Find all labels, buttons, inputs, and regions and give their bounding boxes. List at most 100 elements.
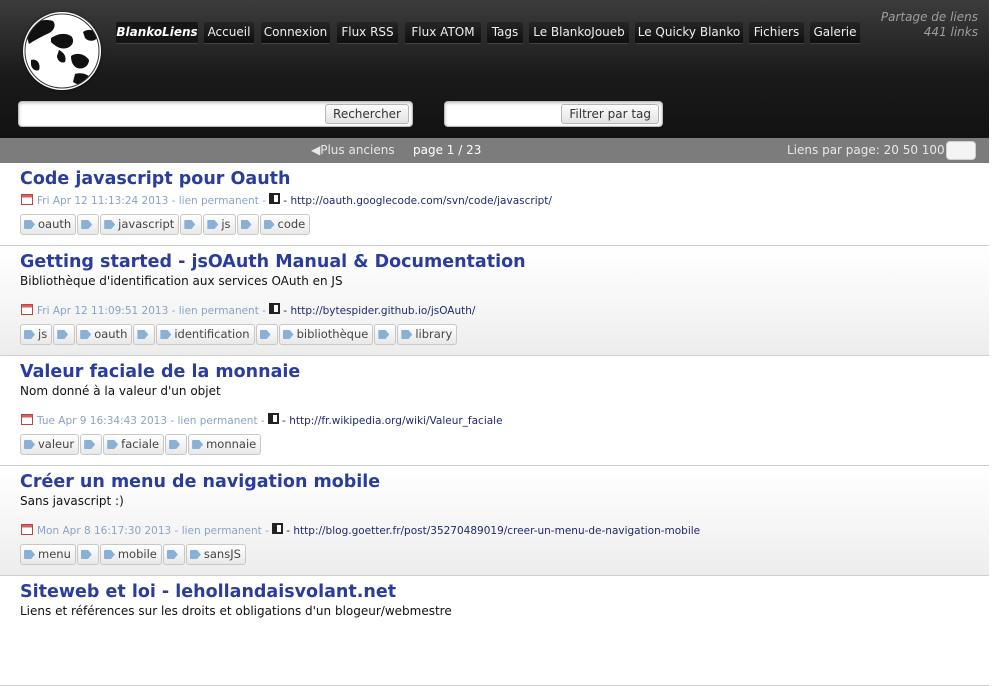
tag[interactable]: js <box>203 214 236 235</box>
tag-icon <box>107 440 119 449</box>
search-button[interactable]: Rechercher <box>325 104 409 124</box>
permalink[interactable]: lien permanent <box>177 415 257 427</box>
tag[interactable]: oauth <box>76 324 133 345</box>
tag-icon <box>378 330 390 339</box>
tag-label: mobile <box>117 547 157 561</box>
qrcode-icon[interactable] <box>269 193 281 204</box>
tag-add-button[interactable] <box>133 324 156 345</box>
nav-fichiers[interactable]: Fichiers <box>749 22 804 44</box>
link-date: Mon Apr 8 16:17:30 2013 <box>37 525 172 537</box>
tag[interactable]: sansJS <box>185 544 246 565</box>
calendar-icon <box>21 194 33 205</box>
tag-add-button[interactable] <box>374 324 397 345</box>
tag[interactable]: js <box>20 324 53 345</box>
link-url[interactable]: http://bytespider.github.io/jsOAuth/ <box>290 305 475 317</box>
link-title[interactable]: Siteweb et loi - lehollandaisvolant.net <box>20 582 396 602</box>
link-url[interactable]: http://blog.goetter.fr/post/35270489019/… <box>293 525 700 537</box>
tag-filter-button[interactable]: Filtrer par tag <box>561 104 659 124</box>
link-title[interactable]: Getting started - jsOAuth Manual & Docum… <box>20 252 526 272</box>
tag-add-button[interactable] <box>53 324 76 345</box>
tag[interactable]: monnaie <box>188 434 262 455</box>
nav-tags[interactable]: Tags <box>487 22 523 44</box>
qrcode-icon[interactable] <box>269 303 281 314</box>
link-item: Code javascript pour Oauth Fri Apr 12 11… <box>0 163 989 246</box>
tag[interactable]: bibliothèque <box>278 324 374 345</box>
tag-list: oauth javascript js code <box>20 214 311 235</box>
tag-list: menu mobile sansJS <box>20 544 247 565</box>
tag-icon <box>169 440 181 449</box>
link-url[interactable]: http://oauth.googlecode.com/svn/code/jav… <box>290 195 552 207</box>
tag-label: oauth <box>94 327 128 341</box>
tag-add-button[interactable] <box>162 544 185 565</box>
tagline-text: Partage de liens <box>880 10 978 24</box>
link-list: Code javascript pour Oauth Fri Apr 12 11… <box>0 163 989 686</box>
tag-icon <box>24 220 35 229</box>
tag[interactable]: identification <box>156 324 255 345</box>
permalink[interactable]: lien permanent <box>179 195 259 207</box>
tag-icon <box>81 220 93 229</box>
link-description: Liens et références sur les droits et ob… <box>20 604 452 618</box>
tag-label: menu <box>38 547 71 561</box>
tag[interactable]: library <box>397 324 458 345</box>
link-meta: Tue Apr 9 16:34:43 2013 - lien permanent… <box>21 413 503 427</box>
tag-label: monnaie <box>206 437 257 451</box>
tag-icon <box>104 220 116 229</box>
tag-label: js <box>221 217 231 231</box>
nav-flux-atom[interactable]: Flux ATOM <box>405 22 481 44</box>
tag-add-button[interactable] <box>255 324 278 345</box>
tag-add-button[interactable] <box>76 544 99 565</box>
tag-icon <box>192 440 204 449</box>
nav-connexion[interactable]: Connexion <box>261 22 330 44</box>
tag[interactable]: faciale <box>103 434 165 455</box>
link-item: Créer un menu de navigation mobile Sans … <box>0 466 989 576</box>
link-date: Fri Apr 12 11:13:24 2013 <box>37 195 169 207</box>
links-per-page[interactable]: Liens par page: 20 50 100 <box>787 143 945 157</box>
tag[interactable]: valeur <box>20 434 80 455</box>
tag-add-button[interactable] <box>165 434 188 455</box>
tag-label: valeur <box>38 437 75 451</box>
tag-filter-input[interactable]: Filtrer par tag <box>444 101 663 127</box>
older-link[interactable]: ◀Plus anciens <box>311 143 395 157</box>
tag-icon <box>259 330 271 339</box>
link-count: 441 links <box>923 25 978 39</box>
qrcode-icon[interactable] <box>268 413 280 424</box>
nav-galerie[interactable]: Galerie <box>810 22 860 44</box>
link-title[interactable]: Créer un menu de navigation mobile <box>20 472 380 492</box>
tag[interactable]: code <box>259 214 311 235</box>
link-item: Valeur faciale de la monnaie Nom donné à… <box>0 356 989 466</box>
tag-add-button[interactable] <box>80 434 103 455</box>
link-date: Fri Apr 12 11:09:51 2013 <box>37 305 169 317</box>
tag-label: faciale <box>121 437 160 451</box>
tag-icon <box>57 330 69 339</box>
nav-quicky-blanko[interactable]: Le Quicky Blanko <box>635 22 743 44</box>
tag-label: identification <box>174 327 250 341</box>
link-url[interactable]: http://fr.wikipedia.org/wiki/Valeur_faci… <box>289 415 502 427</box>
tag-label: oauth <box>38 217 72 231</box>
tag-add-button[interactable] <box>236 214 259 235</box>
links-per-page-input[interactable] <box>946 141 976 160</box>
nav-flux-rss[interactable]: Flux RSS <box>337 22 398 44</box>
tag[interactable]: javascript <box>100 214 180 235</box>
globe-icon[interactable] <box>23 12 101 90</box>
tag-add-button[interactable] <box>77 214 100 235</box>
permalink[interactable]: lien permanent <box>182 525 262 537</box>
tag-icon <box>24 330 35 339</box>
nav-accueil[interactable]: Accueil <box>204 22 254 44</box>
search-input[interactable]: Rechercher <box>18 101 413 127</box>
tag[interactable]: mobile <box>99 544 162 565</box>
page-indicator: page 1 / 23 <box>413 143 482 157</box>
tag[interactable]: oauth <box>20 214 77 235</box>
nav-blankojoueb[interactable]: Le BlankoJoueb <box>529 22 629 44</box>
link-title[interactable]: Code javascript pour Oauth <box>20 169 290 189</box>
tag-label: js <box>38 327 48 341</box>
tag[interactable]: menu <box>20 544 76 565</box>
nav-brand[interactable]: BlankoLiens <box>116 22 198 44</box>
tag-add-button[interactable] <box>180 214 203 235</box>
calendar-icon <box>21 414 33 425</box>
link-description: Nom donné à la valeur d'un objet <box>20 384 221 398</box>
link-title[interactable]: Valeur faciale de la monnaie <box>20 362 300 382</box>
site-tagline: Partage de liens 441 links <box>881 10 978 40</box>
qrcode-icon[interactable] <box>272 523 284 534</box>
permalink[interactable]: lien permanent <box>179 305 259 317</box>
tag-icon <box>80 550 92 559</box>
